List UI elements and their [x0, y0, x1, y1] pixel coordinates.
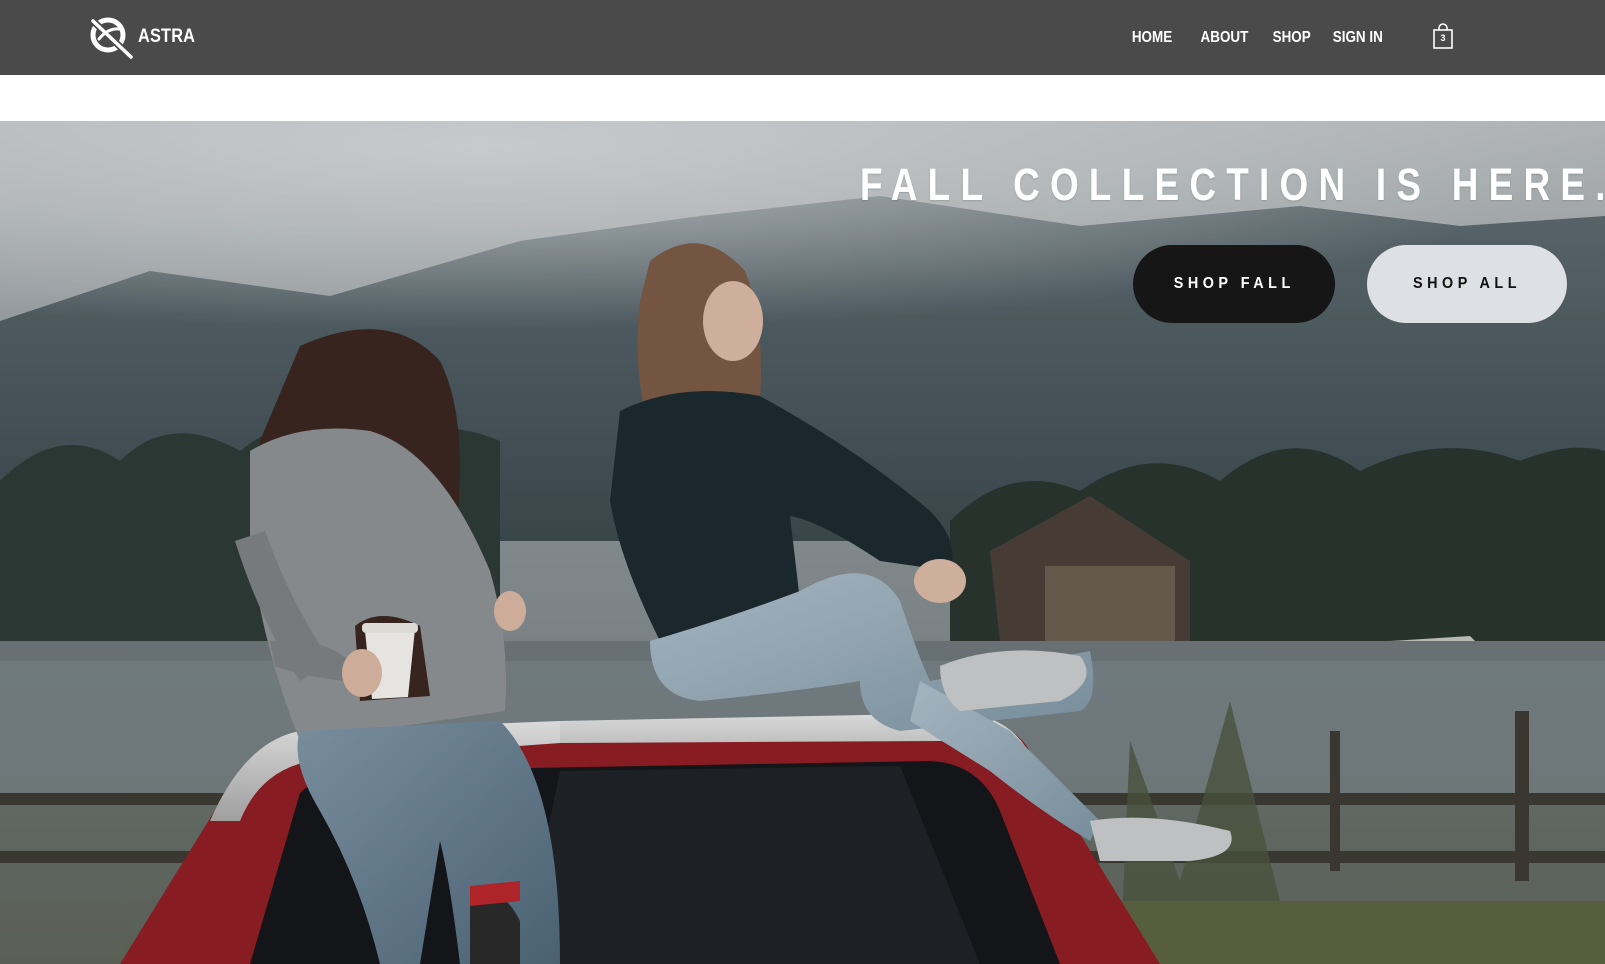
shop-all-label: SHOP ALL	[1412, 275, 1521, 292]
navbar: ASTRA HOME ABOUT SHOP SIGN IN 3	[0, 0, 1605, 75]
astra-logo-icon	[88, 14, 134, 60]
hero-banner: FALL COLLECTION IS HERE. SHOP FALL SHOP …	[0, 121, 1605, 964]
hero-title: FALL COLLECTION IS HERE.	[860, 159, 1605, 210]
hero-image	[0, 121, 1605, 964]
brand-name: ASTRA	[138, 26, 196, 47]
nav-about-link[interactable]: ABOUT	[1201, 29, 1249, 47]
shop-fall-label: SHOP FALL	[1173, 275, 1295, 292]
brand-link[interactable]: ASTRA	[88, 14, 204, 60]
shop-fall-button[interactable]: SHOP FALL	[1133, 245, 1335, 323]
shop-all-button[interactable]: SHOP ALL	[1367, 245, 1567, 323]
nav-home-link[interactable]: HOME	[1132, 29, 1172, 47]
cart-count-badge: 3	[1440, 33, 1446, 43]
nav-sign-in-link[interactable]: SIGN IN	[1333, 29, 1383, 47]
nav-shop-link[interactable]: SHOP	[1273, 29, 1311, 47]
header-spacer	[0, 75, 1605, 121]
cart-button[interactable]: 3	[1432, 22, 1454, 50]
